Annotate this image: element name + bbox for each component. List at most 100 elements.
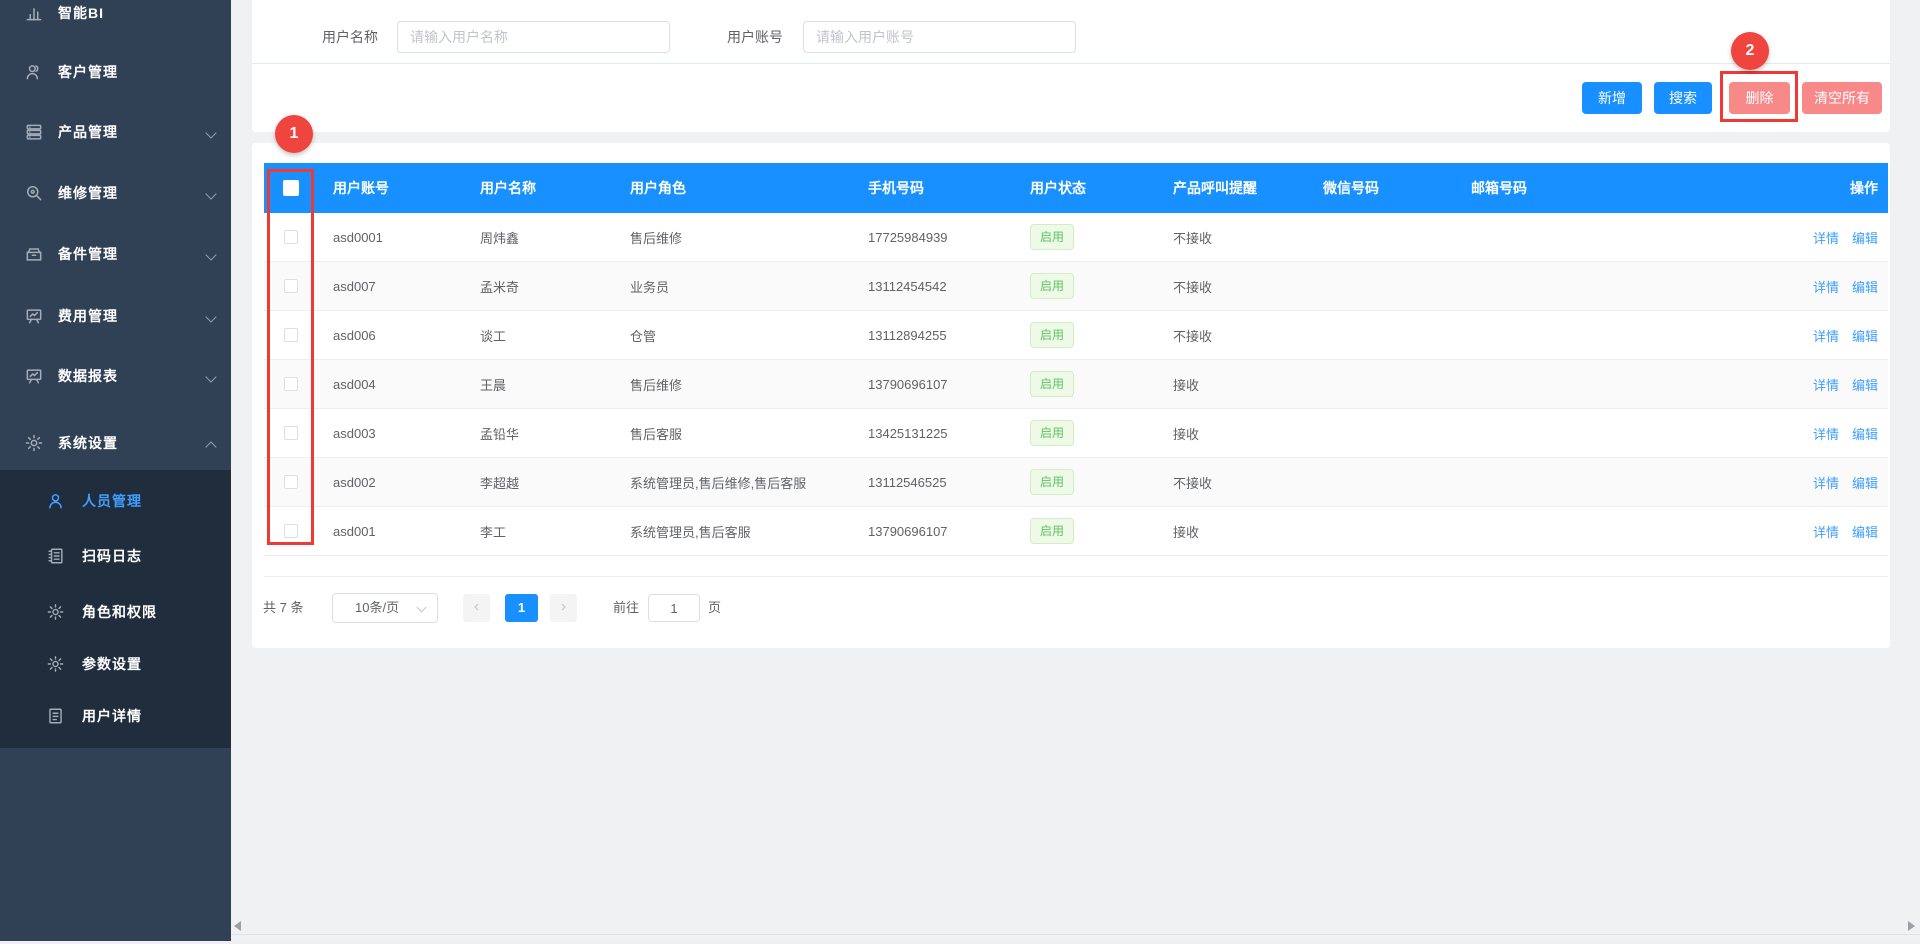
username-input[interactable]	[397, 21, 670, 53]
sidebar-item-reports[interactable]: 数据报表	[0, 356, 231, 396]
next-page-button[interactable]: ›	[550, 594, 577, 622]
edit-link[interactable]: 编辑	[1852, 329, 1878, 344]
repair-icon	[24, 183, 44, 203]
edit-link[interactable]: 编辑	[1852, 280, 1878, 295]
cell-notify: 接收	[1158, 522, 1308, 541]
sidebar-subitem-label: 人员管理	[82, 491, 142, 511]
cell-account: asd004	[318, 377, 465, 392]
filter-card: 用户名称 用户账号 新增 搜索 删除 清空所有	[252, 0, 1890, 132]
cell-notify: 不接收	[1158, 277, 1308, 296]
cell-role: 售后维修	[615, 228, 853, 247]
sidebar-item-label: 智能BI	[58, 3, 104, 23]
username-label: 用户名称	[322, 21, 378, 53]
table-header-row: 用户账号 用户名称 用户角色 手机号码 用户状态 产品呼叫提醒 微信号码 邮箱号…	[264, 163, 1888, 213]
edit-link[interactable]: 编辑	[1852, 231, 1878, 246]
sidebar-item-label: 产品管理	[58, 122, 118, 142]
sidebar-item-spare-parts[interactable]: 备件管理	[0, 234, 231, 274]
sidebar-item-label: 客户管理	[58, 62, 118, 82]
sidebar-item-expense[interactable]: 费用管理	[0, 296, 231, 336]
sidebar-item-label: 维修管理	[58, 183, 118, 203]
sidebar-subitem-user-detail[interactable]: 用户详情	[0, 696, 231, 736]
cell-phone: 13112546525	[853, 475, 1015, 490]
account-input[interactable]	[803, 21, 1076, 53]
cell-name: 孟米奇	[465, 277, 615, 296]
cell-name: 孟铅华	[465, 424, 615, 443]
chevron-down-icon	[205, 311, 216, 322]
goto-page-input[interactable]	[648, 594, 700, 622]
row-checkbox[interactable]	[284, 230, 298, 244]
settings-icon	[24, 433, 44, 453]
sidebar-subitem-scan-log[interactable]: 扫码日志	[0, 536, 231, 576]
delete-button[interactable]: 删除	[1729, 82, 1790, 114]
row-checkbox[interactable]	[284, 377, 298, 391]
app-window: 智能BI 客户管理 产品管理 维修管理 备件管理 费用管理 数据报表	[0, 0, 1920, 944]
row-checkbox[interactable]	[284, 426, 298, 440]
cell-account: asd002	[318, 475, 465, 490]
prev-page-button[interactable]: ‹	[463, 594, 490, 622]
current-page-button[interactable]: 1	[505, 594, 538, 622]
sidebar-subitem-params[interactable]: 参数设置	[0, 644, 231, 684]
detail-link[interactable]: 详情	[1813, 231, 1839, 246]
cell-phone: 13790696107	[853, 377, 1015, 392]
detail-link[interactable]: 详情	[1813, 476, 1839, 491]
table-row: asd004 王晨 售后维修 13790696107 启用 接收 详情编辑	[264, 360, 1888, 409]
sidebar-subitem-label: 角色和权限	[82, 602, 157, 622]
person-icon	[46, 492, 65, 511]
sidebar-subitem-personnel[interactable]: 人员管理	[0, 481, 231, 521]
detail-link[interactable]: 详情	[1813, 329, 1839, 344]
detail-link[interactable]: 详情	[1813, 378, 1839, 393]
page-unit-label: 页	[708, 593, 721, 623]
pagination-total: 共 7 条	[263, 593, 303, 623]
detail-link[interactable]: 详情	[1813, 280, 1839, 295]
sidebar-item-customers[interactable]: 客户管理	[0, 52, 231, 92]
chevron-down-icon	[205, 127, 216, 138]
sidebar-subitem-label: 用户详情	[82, 706, 142, 726]
chevron-up-icon	[205, 441, 216, 452]
edit-link[interactable]: 编辑	[1852, 525, 1878, 540]
chevron-down-icon	[417, 603, 427, 613]
header-actions: 操作	[1606, 178, 1888, 198]
detail-link[interactable]: 详情	[1813, 427, 1839, 442]
chevron-down-icon	[205, 188, 216, 199]
sidebar-item-bi[interactable]: 智能BI	[0, 0, 231, 33]
scan-log-icon	[46, 547, 65, 566]
header-wechat: 微信号码	[1308, 178, 1456, 198]
edit-link[interactable]: 编辑	[1852, 427, 1878, 442]
row-checkbox[interactable]	[284, 524, 298, 538]
sidebar-item-repair[interactable]: 维修管理	[0, 173, 231, 213]
clear-all-button[interactable]: 清空所有	[1802, 82, 1882, 114]
cell-phone: 13425131225	[853, 426, 1015, 441]
scroll-left-icon[interactable]	[234, 921, 241, 931]
sidebar-subitem-roles[interactable]: 角色和权限	[0, 592, 231, 632]
row-checkbox[interactable]	[284, 328, 298, 342]
user-detail-icon	[46, 707, 65, 726]
cell-role: 仓管	[615, 326, 853, 345]
row-checkbox[interactable]	[284, 475, 298, 489]
header-name: 用户名称	[465, 178, 615, 198]
row-checkbox[interactable]	[284, 279, 298, 293]
search-button[interactable]: 搜索	[1654, 82, 1712, 114]
edit-link[interactable]: 编辑	[1852, 378, 1878, 393]
products-icon	[24, 122, 44, 142]
sidebar-item-settings[interactable]: 系统设置	[0, 423, 231, 463]
detail-link[interactable]: 详情	[1813, 525, 1839, 540]
select-all-checkbox[interactable]	[283, 180, 299, 196]
sidebar-item-label: 数据报表	[58, 366, 118, 386]
cell-phone: 17725984939	[853, 230, 1015, 245]
add-button[interactable]: 新增	[1582, 82, 1642, 114]
table-row: asd006 谈工 仓管 13112894255 启用 不接收 详情编辑	[264, 311, 1888, 360]
scroll-right-icon[interactable]	[1908, 921, 1915, 931]
sidebar-subitem-label: 参数设置	[82, 654, 142, 674]
page-size-select[interactable]: 10条/页	[332, 593, 438, 623]
cell-name: 周炜鑫	[465, 228, 615, 247]
cell-name: 李超越	[465, 473, 615, 492]
account-label: 用户账号	[727, 21, 783, 53]
table-row: asd0001 周炜鑫 售后维修 17725984939 启用 不接收 详情编辑	[264, 213, 1888, 262]
edit-link[interactable]: 编辑	[1852, 476, 1878, 491]
cell-role: 系统管理员,售后维修,售后客服	[615, 473, 853, 492]
scrollbar-divider	[231, 934, 1920, 935]
cell-name: 谈工	[465, 326, 615, 345]
sidebar-item-label: 费用管理	[58, 306, 118, 326]
sidebar-subitem-label: 扫码日志	[82, 546, 142, 566]
sidebar-item-products[interactable]: 产品管理	[0, 112, 231, 152]
